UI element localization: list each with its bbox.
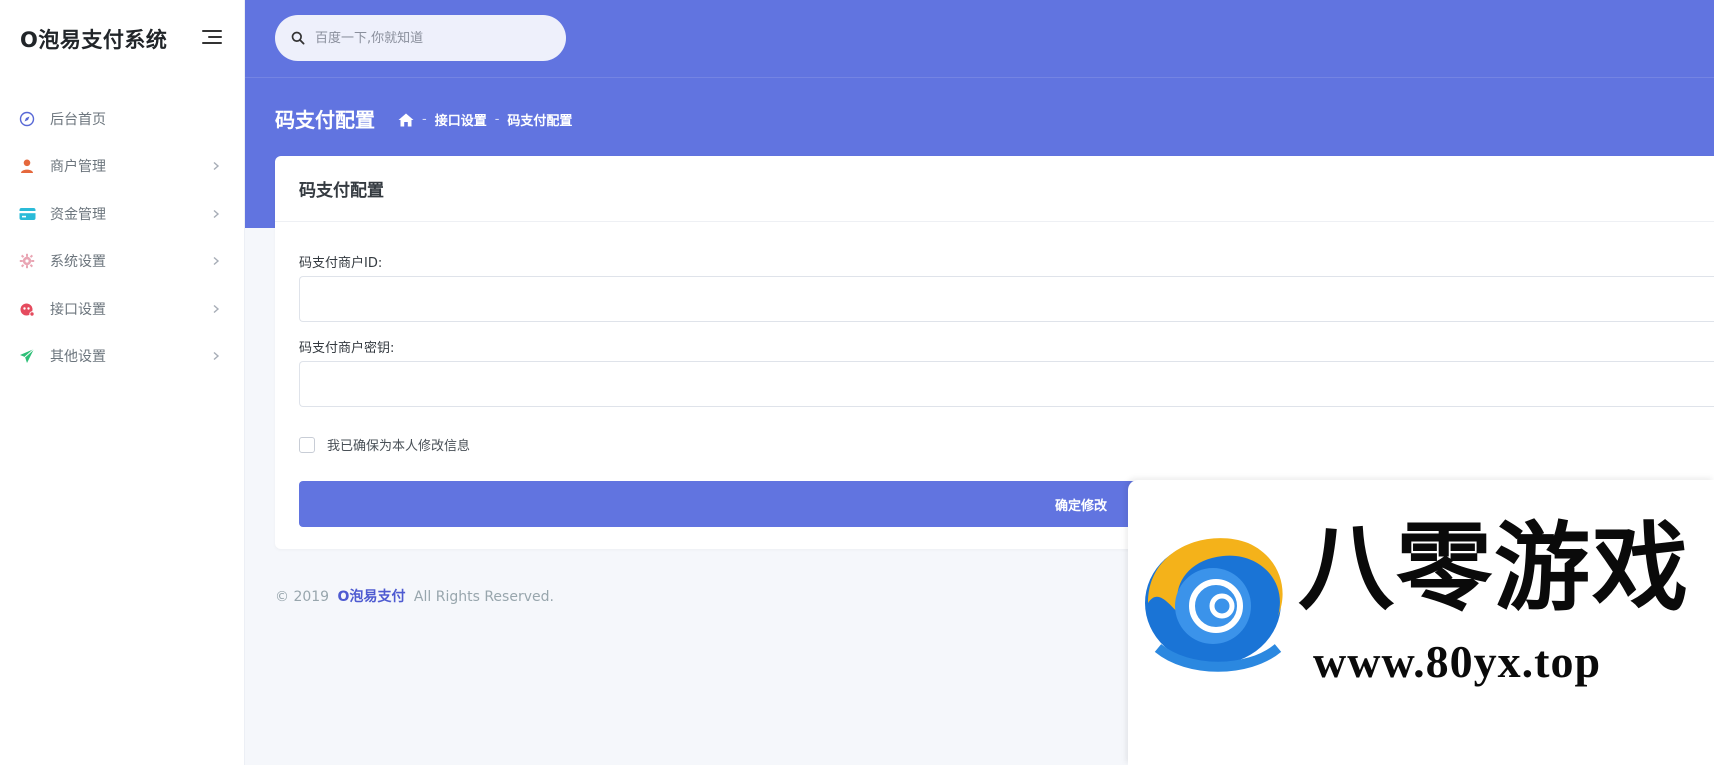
header-divider bbox=[245, 77, 1714, 78]
card-header: 码支付配置 bbox=[275, 156, 1714, 222]
chevron-right-icon bbox=[213, 162, 220, 171]
compass-icon bbox=[18, 110, 36, 128]
confirm-checkbox-row[interactable]: 我已确保为本人修改信息 bbox=[299, 435, 470, 454]
sidebar-item-label: 其他设置 bbox=[50, 349, 106, 366]
chevron-right-icon bbox=[213, 257, 220, 266]
search-box[interactable] bbox=[275, 15, 566, 61]
breadcrumb-separator: - bbox=[494, 112, 500, 127]
home-icon[interactable] bbox=[398, 113, 414, 127]
card-icon bbox=[18, 205, 36, 223]
footer-rights: All Rights Reserved. bbox=[413, 589, 554, 605]
menu-toggle-icon[interactable] bbox=[202, 30, 222, 46]
watermark-logo: 八零游戏 www.80yx.top bbox=[1128, 480, 1714, 765]
page-title: 码支付配置 bbox=[275, 108, 375, 132]
confirm-checkbox[interactable] bbox=[299, 436, 315, 453]
swirl-logo-icon bbox=[1145, 538, 1283, 672]
chevron-right-icon bbox=[213, 209, 220, 218]
breadcrumb-item[interactable]: 接口设置 bbox=[435, 110, 487, 129]
merchant-key-field[interactable] bbox=[299, 361, 1714, 407]
paper-plane-icon bbox=[18, 347, 36, 365]
breadcrumb-separator: - bbox=[422, 112, 427, 127]
breadcrumb-item-current: 码支付配置 bbox=[507, 114, 573, 129]
sidebar-item-dashboard[interactable]: 后台首页 bbox=[0, 95, 245, 143]
watermark-title: 八零游戏 bbox=[1298, 511, 1690, 624]
app-brand[interactable]: O泡易支付系统 bbox=[20, 24, 167, 54]
merchant-id-label: 码支付商户ID: bbox=[299, 256, 383, 271]
chevron-right-icon bbox=[213, 304, 220, 313]
card-title: 码支付配置 bbox=[299, 181, 384, 201]
sidebar-item-merchants[interactable]: 商户管理 bbox=[0, 143, 245, 191]
merchant-id-field[interactable] bbox=[299, 276, 1714, 322]
sidebar-item-label: 系统设置 bbox=[50, 254, 106, 271]
breadcrumb: - 接口设置 - 码支付配置 bbox=[398, 110, 572, 129]
sidebar-item-system-settings[interactable]: 系统设置 bbox=[0, 238, 245, 286]
sidebar-item-api-settings[interactable]: 接口设置 bbox=[0, 285, 245, 333]
sidebar-item-funds[interactable]: 资金管理 bbox=[0, 190, 245, 238]
sidebar-nav: 后台首页 商户管理 资金管理 系统设置 接口设置 其他设置 bbox=[0, 95, 245, 380]
sidebar: O泡易支付系统 后台首页 商户管理 资金管理 系统设置 接口设置 其他设置 bbox=[0, 0, 245, 765]
sidebar-item-label: 后台首页 bbox=[50, 111, 106, 128]
user-icon bbox=[18, 157, 36, 175]
footer-brand-link[interactable]: O泡易支付 bbox=[338, 589, 406, 605]
sidebar-item-other-settings[interactable]: 其他设置 bbox=[0, 333, 245, 381]
gear-icon bbox=[18, 252, 36, 270]
chevron-right-icon bbox=[213, 352, 220, 361]
search-input[interactable] bbox=[315, 30, 545, 46]
merchant-key-label: 码支付商户密钥: bbox=[299, 341, 395, 356]
sidebar-item-label: 商户管理 bbox=[50, 159, 106, 176]
confirm-checkbox-label: 我已确保为本人修改信息 bbox=[327, 439, 471, 454]
search-icon bbox=[291, 31, 305, 45]
plug-icon bbox=[18, 300, 36, 318]
footer: © 2019 O泡易支付 All Rights Reserved. bbox=[275, 586, 554, 606]
watermark-url: www.80yx.top bbox=[1313, 636, 1602, 687]
sidebar-item-label: 资金管理 bbox=[50, 206, 106, 223]
footer-copyright: © 2019 bbox=[275, 589, 330, 605]
sidebar-item-label: 接口设置 bbox=[50, 301, 106, 318]
